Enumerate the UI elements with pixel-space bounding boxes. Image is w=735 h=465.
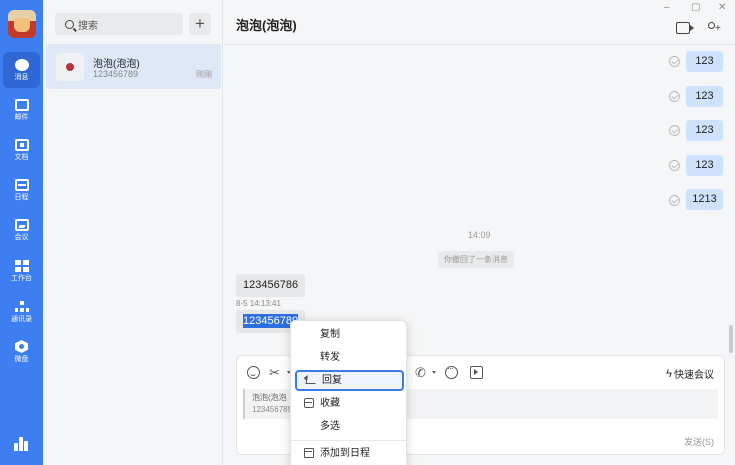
time-separator: 14:09 [468,230,491,240]
menu-item-label: 转发 [320,352,340,363]
read-check-icon [669,91,680,102]
menu-item-label: 复制 [320,329,340,340]
document-icon [14,138,29,151]
chat-header: 泡泡(泡泡) – ▢ ✕ [224,0,735,45]
read-check-icon [669,125,680,136]
maximize-button[interactable]: ▢ [691,2,700,13]
message-time: 刚刚 [196,70,212,79]
message-timestamp: 8-5 14:13:41 [236,299,281,308]
menu-item-multiselect[interactable]: 多选 [295,416,404,437]
nav-item-meeting[interactable]: 会议 [3,212,40,248]
search-input[interactable]: 搜索 [55,13,183,35]
menu-item-label: 多选 [320,421,340,432]
search-placeholder: 搜索 [78,20,98,32]
menu-item-reply[interactable]: 回复 [295,370,404,391]
meeting-icon [14,218,29,231]
chat-title[interactable]: 泡泡(泡泡) [236,15,297,34]
message-bubble-outgoing[interactable]: 123 [686,120,723,141]
read-check-icon [669,160,680,171]
message-icon [14,58,29,71]
menu-item-label: 收藏 [320,398,340,409]
mail-icon [14,98,29,111]
screen-share-icon[interactable] [470,366,483,379]
message-bubble-incoming[interactable]: 123456786 [236,274,306,297]
add-button[interactable]: + [189,13,211,35]
emoji-icon[interactable] [247,366,260,379]
read-check-icon [669,195,680,206]
bolt-icon: ϟ [666,367,672,380]
menu-item-label: 回复 [322,375,342,386]
context-menu: 复制 转发 回复 收藏 多选 添加到日程 [290,320,407,465]
message-bubble-outgoing[interactable]: 123 [686,155,723,176]
contacts-icon [14,300,29,313]
calendar-icon [304,448,314,458]
list-item[interactable]: 泡泡(泡泡) 123456789 刚刚 [46,44,221,89]
close-button[interactable]: ✕ [718,2,726,13]
send-button[interactable]: 发送(S) [684,435,714,448]
nav-item-workbench[interactable]: 工作台 [3,253,40,289]
conversation-list: 搜索 + 泡泡(泡泡) 123456789 刚刚 [43,0,223,465]
nav-item-mail[interactable]: 邮件 [3,92,40,128]
menu-item-copy[interactable]: 复制 [295,324,404,345]
quote-sender: 泡泡(泡泡 [252,393,287,402]
last-message: 123456789 [93,69,139,79]
message-bubble-outgoing[interactable]: 123 [686,86,723,107]
nav-item-messages[interactable]: 消息 [3,52,40,88]
drive-icon [15,340,28,353]
nav-label: 邮件 [14,113,29,121]
scrollbar[interactable] [729,325,733,353]
user-avatar[interactable] [8,10,36,38]
video-call-icon[interactable] [676,22,694,34]
quote-text: 123456789 [252,405,293,414]
menu-divider [291,440,406,441]
nav-label: 日程 [14,193,29,201]
reply-icon [305,378,317,384]
search-bar: 搜索 + [55,13,225,35]
chevron-down-icon[interactable] [432,371,436,374]
nav-label: 微盘 [14,356,29,363]
search-icon [65,19,74,29]
add-member-icon[interactable] [706,22,721,34]
message-bubble-outgoing[interactable]: 123 [686,51,723,72]
quick-meeting-button[interactable]: ϟ 快速会议 [666,366,714,382]
more-icon[interactable] [445,363,458,379]
calendar-icon [14,178,29,191]
message-bubble-outgoing[interactable]: 1213 [686,189,723,210]
read-check-icon [669,56,680,67]
nav-label: 通讯录 [11,315,32,323]
nav-label: 文档 [14,153,29,161]
menu-item-favorite[interactable]: 收藏 [295,393,404,414]
stats-icon[interactable] [14,437,28,451]
phone-icon[interactable]: ✆ [415,366,428,379]
menu-item-add-to-schedule[interactable]: 添加到日程 [295,443,404,464]
nav-label: 消息 [14,73,29,81]
nav-item-drive[interactable]: 微盘 [3,334,40,370]
menu-item-label: 添加到日程 [320,448,370,459]
nav-rail: 消息 邮件 文档 日程 会议 工作台 通讯录 微盘 [0,0,43,465]
menu-item-forward[interactable]: 转发 [295,347,404,368]
favorite-icon [304,398,314,408]
nav-item-contacts[interactable]: 通讯录 [3,294,40,330]
nav-item-calendar[interactable]: 日程 [3,172,40,208]
recall-notice: 你撤回了一条消息 [438,251,514,268]
quick-meeting-label: 快速会议 [674,370,714,381]
nav-label: 会议 [14,233,29,241]
workbench-icon [14,259,29,272]
minimize-button[interactable]: – [664,2,670,13]
contact-avatar [56,53,84,81]
nav-item-docs[interactable]: 文档 [3,132,40,168]
contact-name: 泡泡(泡泡) [93,59,140,70]
nav-label: 工作台 [11,274,32,282]
screenshot-icon[interactable]: ✂ [269,366,282,379]
